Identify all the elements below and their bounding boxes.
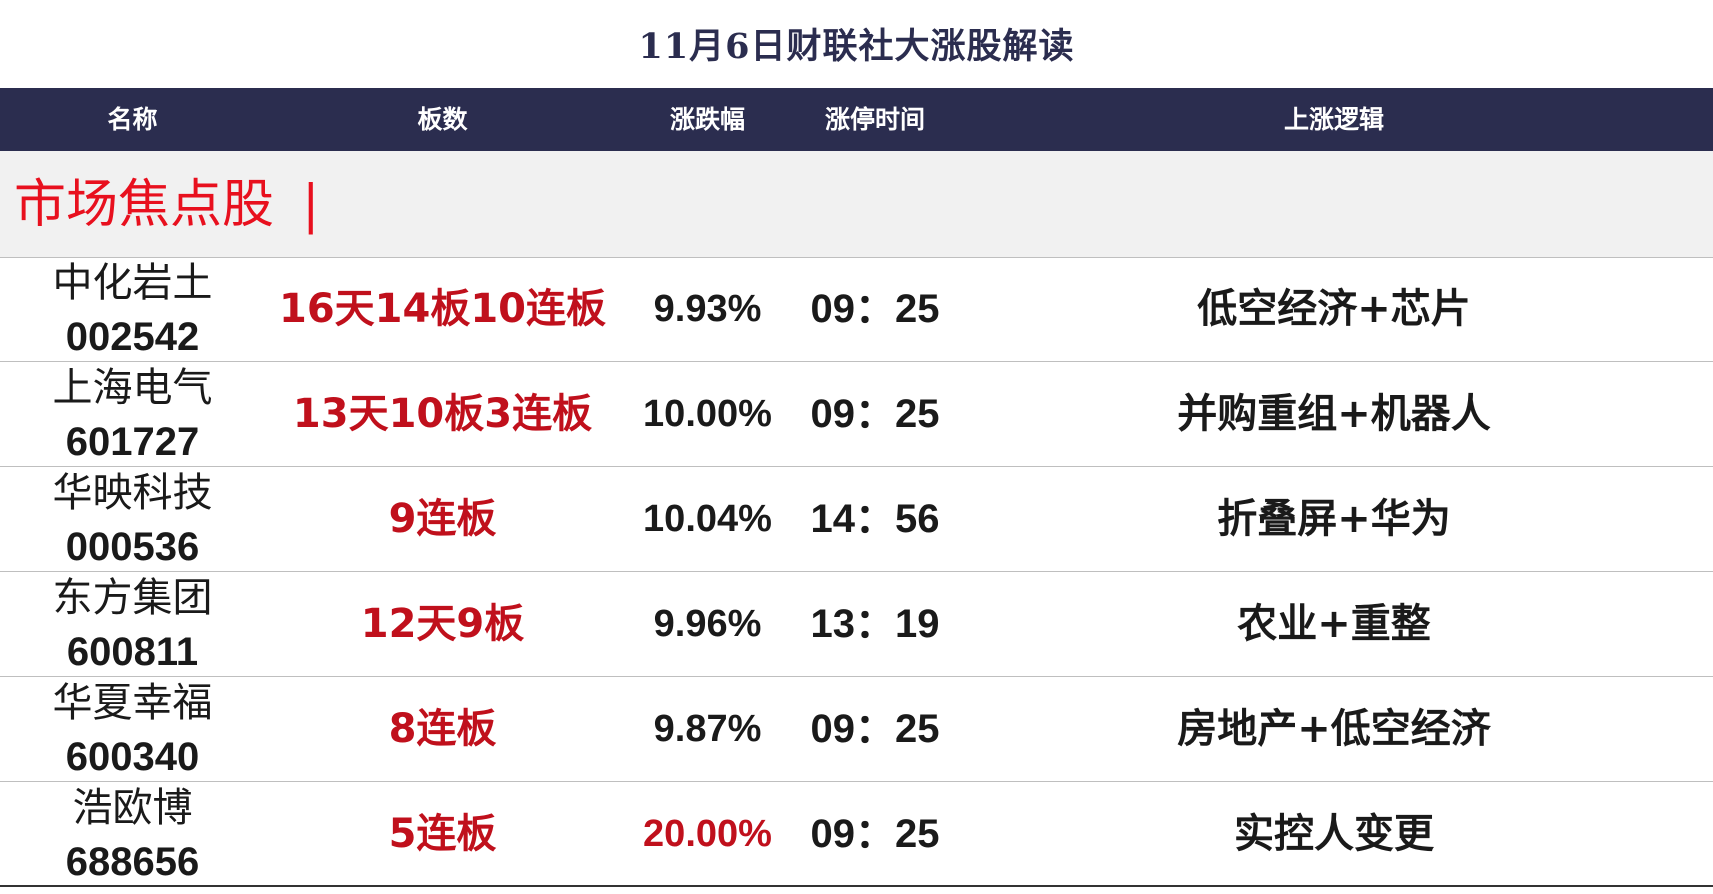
change-percent: 10.04% xyxy=(643,498,772,540)
stock-code: 600340 xyxy=(65,735,200,779)
stock-cell: 中化岩土 002542 xyxy=(0,257,265,362)
stock-code: 002542 xyxy=(65,315,200,359)
stock-code: 000536 xyxy=(65,525,200,569)
stock-name: 东方集团 xyxy=(52,575,213,621)
change-percent: 10.00% xyxy=(643,393,772,435)
limit-time: 13：19 xyxy=(810,602,940,646)
table-row: 华夏幸福 600340 8连板 9.87% 09：25 房地产+低空经济 xyxy=(0,677,1713,782)
change-percent: 9.87% xyxy=(653,708,762,750)
table-row: 上海电气 601727 13天10板3连板 10.00% 09：25 并购重组+… xyxy=(0,362,1713,467)
header-change: 涨跌幅 xyxy=(669,105,745,134)
header-limit-time: 涨停时间 xyxy=(824,105,925,134)
header-logic: 上涨逻辑 xyxy=(1283,105,1384,134)
stock-code: 688656 xyxy=(65,840,200,884)
table-row: 东方集团 600811 12天9板 9.96% 13：19 农业+重整 xyxy=(0,572,1713,677)
header-name: 名称 xyxy=(107,105,158,134)
table-row: 浩欧博 688656 5连板 20.00% 09：25 实控人变更 xyxy=(0,782,1713,887)
page-title: 11月6日财联社大涨股解读 xyxy=(638,26,1075,67)
table-row: 华映科技 000536 9连板 10.04% 14：56 折叠屏+华为 xyxy=(0,467,1713,572)
table-row: 中化岩土 002542 16天14板10连板 9.93% 09：25 低空经济+… xyxy=(0,257,1713,362)
header-boards: 板数 xyxy=(417,105,468,134)
limit-time: 09：25 xyxy=(810,812,940,856)
limit-time: 14：56 xyxy=(810,497,940,541)
boards-count: 5连板 xyxy=(388,811,497,857)
section-header: 市场焦点股 | xyxy=(0,151,1713,258)
table-body: 中化岩土 002542 16天14板10连板 9.93% 09：25 低空经济+… xyxy=(0,257,1713,887)
stock-name: 浩欧博 xyxy=(72,785,193,831)
stock-cell: 华夏幸福 600340 xyxy=(0,677,265,782)
stock-name: 华夏幸福 xyxy=(52,680,213,726)
change-percent: 20.00% xyxy=(643,813,772,855)
limit-time: 09：25 xyxy=(810,707,940,751)
stock-cell: 浩欧博 688656 xyxy=(0,782,265,887)
rise-logic: 农业+重整 xyxy=(1237,601,1431,647)
stock-table-page: 11月6日财联社大涨股解读 名称 板数 涨跌幅 涨停时间 上涨逻辑 市场焦点股 |… xyxy=(0,0,1713,894)
limit-time: 09：25 xyxy=(810,392,940,436)
boards-count: 8连板 xyxy=(388,706,497,752)
rise-logic: 低空经济+芯片 xyxy=(1197,286,1471,332)
rise-logic: 房地产+低空经济 xyxy=(1177,706,1491,752)
section-separator: | xyxy=(302,175,320,235)
rise-logic: 折叠屏+华为 xyxy=(1217,496,1451,542)
change-percent: 9.96% xyxy=(653,603,762,645)
limit-time: 09：25 xyxy=(810,287,940,331)
stock-name: 上海电气 xyxy=(52,365,213,411)
section-title-wrap: 市场焦点股 | xyxy=(14,175,320,235)
stock-cell: 华映科技 000536 xyxy=(0,467,265,572)
boards-count: 13天10板3连板 xyxy=(292,391,593,437)
stock-cell: 上海电气 601727 xyxy=(0,362,265,467)
boards-count: 12天9板 xyxy=(360,601,525,647)
rise-logic: 并购重组+机器人 xyxy=(1177,391,1491,437)
rise-logic: 实控人变更 xyxy=(1234,811,1434,857)
stock-name: 华映科技 xyxy=(52,470,213,516)
section-title: 市场焦点股 xyxy=(14,175,275,235)
change-percent: 9.93% xyxy=(653,288,762,330)
stock-code: 600811 xyxy=(66,630,199,674)
stock-code: 601727 xyxy=(65,420,200,464)
table-header: 名称 板数 涨跌幅 涨停时间 上涨逻辑 xyxy=(0,88,1713,151)
boards-count: 16天14板10连板 xyxy=(279,286,606,332)
stock-name: 中化岩土 xyxy=(52,260,213,306)
stock-cell: 东方集团 600811 xyxy=(0,572,265,677)
boards-count: 9连板 xyxy=(388,496,497,542)
